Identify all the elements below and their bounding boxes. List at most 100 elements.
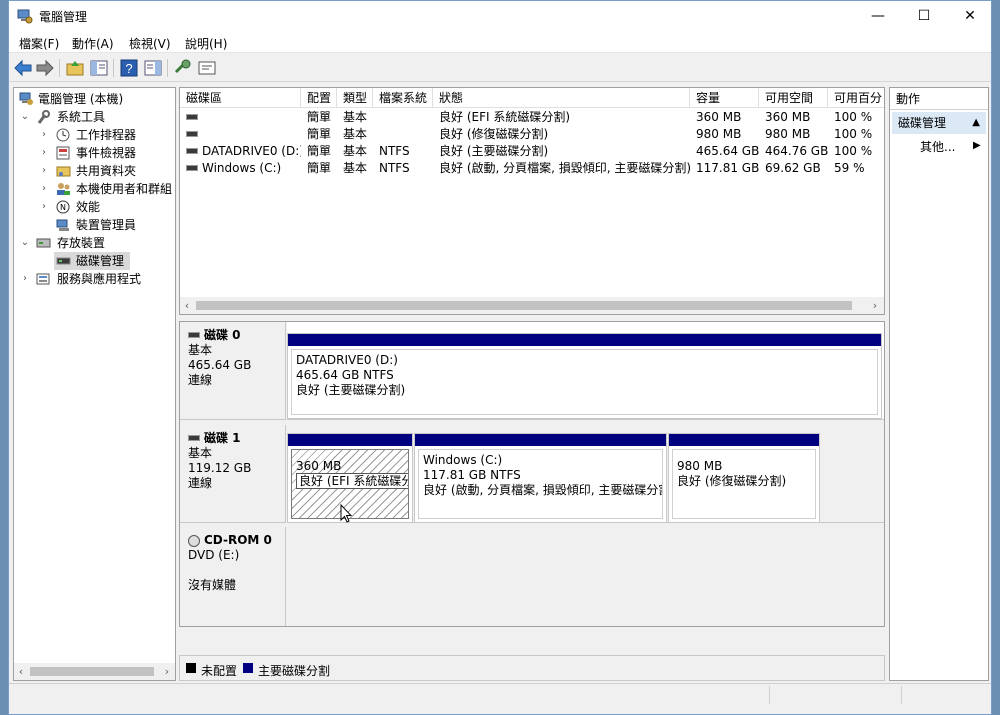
tree-item-event-viewer[interactable]: › 事件檢視器 xyxy=(14,144,175,162)
status-cell: 良好 (修復磁碟分割) xyxy=(439,127,549,141)
column-header-volume[interactable]: 磁碟區 xyxy=(180,88,301,108)
partition-size: 360 MB xyxy=(296,459,342,473)
action-more[interactable]: 其他... xyxy=(920,138,955,155)
computer-management-window: 電腦管理 — ☐ ✕ 檔案(F) 動作(A) 檢視(V) 說明(H) ? 電腦管… xyxy=(8,0,992,715)
menu-action[interactable]: 動作(A) xyxy=(72,35,114,52)
disk-1-partitions: 360 MB 良好 (EFI 系統磁碟分割) Windows (C:) 117.… xyxy=(287,425,884,523)
partition-windows[interactable]: Windows (C:) 117.81 GB NTFS 良好 (啟動, 分頁檔案… xyxy=(414,433,667,523)
volume-icon xyxy=(186,164,198,171)
partition-size: 980 MB xyxy=(677,459,723,473)
scroll-thumb[interactable] xyxy=(196,301,852,310)
column-header-layout[interactable]: 配置 xyxy=(301,88,337,108)
type-cell: 基本 xyxy=(343,127,368,141)
help-icon[interactable]: ? xyxy=(119,58,139,78)
partition-title: Windows (C:) xyxy=(423,453,503,467)
disk-icon xyxy=(188,331,200,338)
partition-recovery[interactable]: 980 MB 良好 (修復磁碟分割) xyxy=(668,433,820,523)
minimize-button[interactable]: — xyxy=(855,1,901,31)
menu-view[interactable]: 檢視(V) xyxy=(129,35,171,52)
volume-icon xyxy=(186,147,198,154)
column-header-free-space[interactable]: 可用空間 xyxy=(759,88,828,108)
title-bar: 電腦管理 — ☐ ✕ xyxy=(9,1,991,31)
column-header-filesystem[interactable]: 檔案系統 xyxy=(373,88,433,108)
scroll-left-icon[interactable]: ‹ xyxy=(14,663,28,680)
partition-body: 980 MB 良好 (修復磁碟分割) xyxy=(672,449,816,519)
chevron-right-icon[interactable]: › xyxy=(19,270,31,288)
disk-type: 基本 xyxy=(188,343,213,357)
actions-pane: 動作 磁碟管理 ▲ 其他... ▶ xyxy=(889,87,989,681)
tree-label: 工作排程器 xyxy=(76,128,137,142)
chevron-right-icon[interactable]: › xyxy=(38,144,50,162)
partition-color-bar xyxy=(669,434,819,446)
tree-item-task-scheduler[interactable]: › 工作排程器 xyxy=(14,126,175,144)
tree-horizontal-scrollbar[interactable]: ‹ › xyxy=(14,663,175,680)
forward-arrow-icon[interactable] xyxy=(35,58,55,78)
close-button[interactable]: ✕ xyxy=(947,1,993,31)
up-folder-icon[interactable] xyxy=(65,58,85,78)
disk-size: 465.64 GB xyxy=(188,358,252,372)
disk-1-info[interactable]: 磁碟 1 基本 119.12 GB 連線 xyxy=(180,425,286,523)
menu-bar: 檔案(F) 動作(A) 檢視(V) 說明(H) xyxy=(9,31,991,53)
volume-icon xyxy=(186,130,198,137)
type-cell: 基本 xyxy=(343,161,368,175)
menu-help[interactable]: 說明(H) xyxy=(185,35,227,52)
users-icon xyxy=(57,183,70,195)
scroll-left-icon[interactable]: ‹ xyxy=(180,297,194,314)
tree-item-device-manager[interactable]: 裝置管理員 xyxy=(14,216,175,234)
column-header-type[interactable]: 類型 xyxy=(337,88,373,108)
volume-icon xyxy=(186,113,198,120)
disk-status: 連線 xyxy=(188,476,213,490)
partition-color-bar xyxy=(415,434,666,446)
computer-management-icon xyxy=(19,92,33,105)
tools-icon xyxy=(37,110,50,124)
collapse-up-icon[interactable]: ▲ xyxy=(972,112,980,134)
tree-item-disk-management[interactable]: 磁碟管理 xyxy=(54,252,130,270)
disk-0-info[interactable]: 磁碟 0 基本 465.64 GB 連線 xyxy=(180,322,286,420)
chevron-right-icon[interactable]: › xyxy=(38,180,50,198)
volume-horizontal-scrollbar[interactable]: ‹ › xyxy=(180,297,884,314)
connect-icon[interactable] xyxy=(173,58,193,78)
submenu-arrow-icon[interactable]: ▶ xyxy=(973,140,981,151)
filesystem-cell xyxy=(373,109,379,126)
tree-item-performance[interactable]: › N 效能 xyxy=(14,198,175,216)
storage-icon xyxy=(36,238,51,248)
percent-free-cell: 100 % xyxy=(834,127,873,141)
status-cell: 良好 (EFI 系統磁碟分割) xyxy=(439,110,571,124)
tree-item-computer-management[interactable]: 電腦管理 (本機) xyxy=(14,90,175,108)
tree-item-local-users[interactable]: › 本機使用者和群組 xyxy=(14,180,175,198)
disk-type: 基本 xyxy=(188,446,213,460)
chevron-right-icon[interactable]: › xyxy=(38,126,50,144)
action-group-label: 磁碟管理 xyxy=(898,116,947,130)
toolbar: ? xyxy=(9,54,991,82)
partition-datadrive0[interactable]: DATADRIVE0 (D:) 465.64 GB NTFS 良好 (主要磁碟分… xyxy=(287,333,882,419)
column-header-capacity[interactable]: 容量 xyxy=(690,88,759,108)
show-hide-action-pane-icon[interactable] xyxy=(143,58,163,78)
legend-unallocated-swatch xyxy=(186,663,196,673)
column-header-percent-free[interactable]: 可用百分 xyxy=(828,88,884,108)
maximize-button[interactable]: ☐ xyxy=(901,1,947,31)
chevron-down-icon[interactable]: ⌄ xyxy=(19,108,31,126)
scroll-right-icon[interactable]: › xyxy=(160,663,174,680)
tree-item-shared-folders[interactable]: › 共用資料夾 xyxy=(14,162,175,180)
disk-title: 磁碟 1 xyxy=(204,431,241,445)
back-arrow-icon[interactable] xyxy=(13,58,33,78)
layout-cell: 簡單 xyxy=(307,127,332,141)
tree-item-services-apps[interactable]: › 服務與應用程式 xyxy=(14,270,175,288)
chevron-down-icon[interactable]: ⌄ xyxy=(19,234,31,252)
partition-size: 117.81 GB NTFS xyxy=(423,468,521,482)
cdrom-0-info[interactable]: CD-ROM 0 DVD (E:) 沒有媒體 xyxy=(180,527,286,626)
scroll-right-icon[interactable]: › xyxy=(868,297,882,314)
menu-file[interactable]: 檔案(F) xyxy=(19,35,59,52)
action-group-disk-management[interactable]: 磁碟管理 ▲ xyxy=(892,112,986,134)
chevron-right-icon[interactable]: › xyxy=(38,162,50,180)
free-space-cell: 980 MB xyxy=(765,127,811,141)
properties-icon[interactable] xyxy=(197,58,217,78)
show-hide-console-tree-icon[interactable] xyxy=(89,58,109,78)
tree-item-storage[interactable]: ⌄ 存放裝置 xyxy=(14,234,175,252)
tree-item-system-tools[interactable]: ⌄ 系統工具 xyxy=(14,108,175,126)
scroll-thumb[interactable] xyxy=(30,667,154,676)
svg-text:?: ? xyxy=(125,61,132,76)
legend-primary-swatch xyxy=(243,663,253,673)
column-header-status[interactable]: 狀態 xyxy=(433,88,690,108)
chevron-right-icon[interactable]: › xyxy=(38,198,50,216)
